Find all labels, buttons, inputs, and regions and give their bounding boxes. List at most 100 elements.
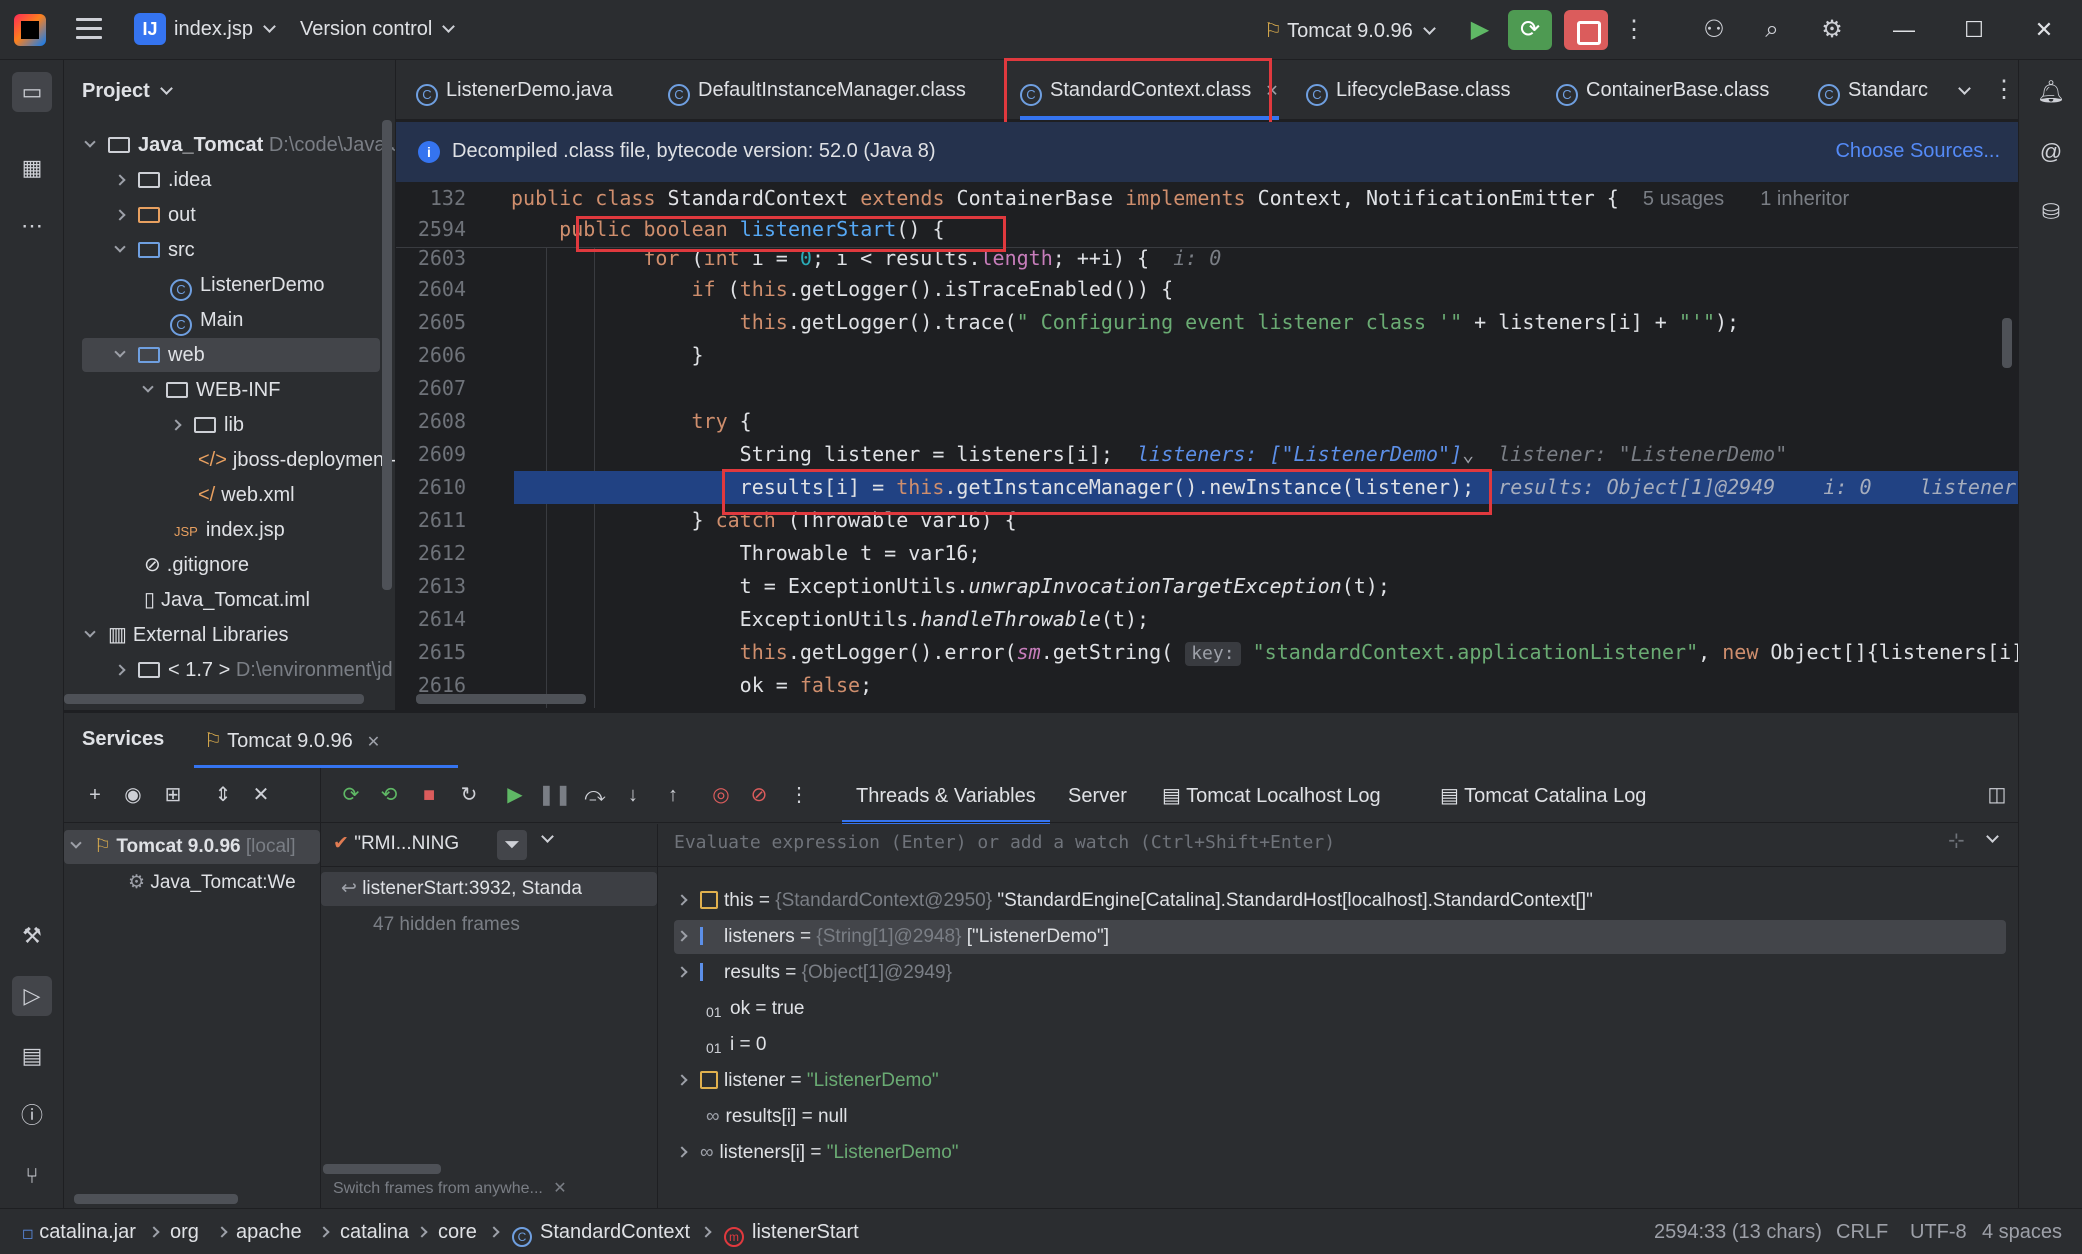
run-config-selector[interactable]: ⚐ Tomcat 9.0.96 (1264, 18, 1436, 43)
tree-item-src[interactable]: src (64, 233, 395, 267)
maximize-button[interactable]: ☐ (1954, 12, 1994, 48)
tab-containerbase-class[interactable]: C ContainerBase.class (1556, 60, 1769, 120)
variable-ok[interactable]: 01 ok = true (706, 992, 804, 1026)
hidden-frames-label[interactable]: 47 hidden frames (373, 908, 520, 942)
evaluate-expression-input[interactable]: Evaluate expression (Enter) or add a wat… (674, 832, 1335, 853)
search-icon[interactable]: ⌕ (1754, 12, 1790, 48)
tree-item-index-jsp[interactable]: JSP index.jsp (64, 513, 395, 547)
variable-results[interactable]: results = {Object[1]@2949} (676, 956, 952, 990)
thread-dropdown-chevron-icon[interactable] (541, 828, 563, 858)
file-encoding[interactable]: UTF-8 (1910, 1221, 1967, 1244)
tree-item-web-xml[interactable]: </web.xml (64, 478, 395, 512)
layout-settings-icon[interactable]: ◫ (1982, 780, 2012, 810)
tab-list-chevron-icon[interactable] (1946, 72, 1982, 108)
tree-item-lib[interactable]: lib (64, 408, 395, 442)
minimize-button[interactable]: — (1884, 12, 1924, 48)
build-hammer-icon[interactable]: ⚒ (12, 916, 52, 956)
services-tree-h-scrollbar[interactable] (74, 1194, 238, 1204)
notifications-bell-icon[interactable]: 🔔︎ (2031, 72, 2071, 112)
indent-setting[interactable]: 4 spaces (1982, 1221, 2062, 1244)
tab-server[interactable]: Server (1068, 768, 1127, 824)
thread-selector[interactable]: ✔ "RMI...NING (333, 832, 459, 855)
services-icon[interactable]: ▷ (12, 976, 52, 1016)
project-scrollbar[interactable] (382, 120, 392, 590)
sticky-method-declaration[interactable]: 2594 public boolean listenerStart() { (396, 213, 2018, 246)
new-group-icon[interactable]: ⊞ (158, 780, 188, 810)
code-editor[interactable]: 2603 for (int i = 0; i < results.length;… (396, 182, 2018, 708)
expand-all-icon[interactable]: ⇕ (208, 780, 238, 810)
stop-icon[interactable]: ■ (414, 780, 444, 810)
breadcrumb-core[interactable]: core (438, 1221, 477, 1244)
watch-results-i[interactable]: ∞ results[i] = null (706, 1100, 848, 1134)
main-menu-icon[interactable] (76, 18, 102, 40)
stop-button[interactable] (1564, 10, 1608, 50)
sticky-class-declaration[interactable]: 132 public class StandardContext extends … (396, 182, 2018, 215)
add-user-icon[interactable]: ⚇ (1696, 12, 1732, 48)
breadcrumb-apache[interactable]: apache (236, 1221, 302, 1244)
structure-icon[interactable]: ▦ (12, 148, 52, 188)
close-tab-icon[interactable]: ✕ (367, 734, 380, 751)
services-tree-artifact[interactable]: ⚙ Java_Tomcat:We (128, 866, 296, 900)
services-tab-tomcat[interactable]: ⚐ Tomcat 9.0.96 ✕ (204, 728, 380, 753)
terminal-icon[interactable]: ▤ (12, 1036, 52, 1076)
tree-item-listenerdemo[interactable]: C ListenerDemo (64, 268, 395, 302)
problems-icon[interactable]: ⓘ (12, 1096, 52, 1136)
watch-listeners-i[interactable]: ∞ listeners[i] = "ListenerDemo" (676, 1136, 959, 1170)
caret-position[interactable]: 2594:33 (13 chars) (1654, 1221, 1822, 1244)
variable-listener[interactable]: listener = "ListenerDemo" (676, 1064, 939, 1098)
resume-program-icon[interactable]: ▶ (500, 780, 530, 810)
project-h-scrollbar[interactable] (64, 694, 364, 704)
pause-icon[interactable]: ❚❚ (538, 780, 572, 810)
close-hint-icon[interactable]: ✕ (553, 1180, 566, 1197)
tree-item-jboss-deployment[interactable]: </> jboss-deployment-s (64, 443, 395, 477)
tab-defaultinstancemanager-class[interactable]: C DefaultInstanceManager.class (668, 60, 966, 120)
resume-icon[interactable]: ▶ (1462, 12, 1498, 48)
tab-listenerdemo-java[interactable]: C ListenerDemo.java (416, 60, 613, 120)
tree-item-web-inf[interactable]: WEB-INF (64, 373, 395, 407)
tab-tomcat-catalina-log[interactable]: ▤ Tomcat Catalina Log (1440, 768, 1646, 824)
tree-item-out[interactable]: out (64, 198, 395, 232)
add-service-icon[interactable]: + (80, 780, 110, 810)
editor-h-scrollbar[interactable] (416, 694, 586, 704)
breadcrumb-catalina-jar[interactable]: ◻ catalina.jar (22, 1221, 136, 1244)
frames-h-scrollbar[interactable] (323, 1164, 441, 1174)
settings-gear-icon[interactable]: ⚙ (1814, 12, 1850, 48)
more-tools-icon[interactable]: ⋯ (12, 206, 52, 246)
eval-history-chevron-icon[interactable] (1986, 828, 2008, 858)
breadcrumb-catalina[interactable]: catalina (340, 1221, 409, 1244)
tree-item-idea[interactable]: .idea (64, 163, 395, 197)
tab-standard-truncated[interactable]: C Standarc (1818, 60, 1938, 120)
tree-item-jdk[interactable]: < 1.7 > D:\environment\jd (64, 653, 395, 687)
editor-scrollbar[interactable] (2002, 318, 2012, 368)
project-badge[interactable]: IJ (134, 13, 166, 45)
tab-standardcontext-class[interactable]: C StandardContext.class ✕ (1020, 60, 1279, 120)
filter-icon[interactable]: ⏷ (497, 830, 527, 860)
tab-lifecyclebase-class[interactable]: C LifecycleBase.class (1306, 60, 1511, 120)
database-icon[interactable]: ⛁ (2031, 192, 2071, 232)
close-tab-icon[interactable]: ✕ (1265, 83, 1278, 100)
tab-tomcat-localhost-log[interactable]: ▤ Tomcat Localhost Log (1162, 768, 1381, 824)
tree-item-external-libraries[interactable]: ▥ External Libraries (64, 618, 395, 652)
breadcrumb-standardcontext[interactable]: C StandardContext (512, 1221, 690, 1247)
tree-item-web[interactable]: web (82, 338, 380, 372)
restart-icon[interactable]: ↻ (454, 780, 484, 810)
more-debug-actions-icon[interactable]: ⋮ (784, 780, 814, 810)
vcs-selector[interactable]: Version control (300, 18, 456, 41)
more-actions-icon[interactable]: ⋮ (1616, 12, 1652, 48)
rerun-debug-button[interactable]: ⟳ (1508, 10, 1552, 50)
mute-breakpoints-icon[interactable]: ⊘ (744, 780, 774, 810)
tab-threads-variables[interactable]: Threads & Variables (842, 768, 1050, 824)
step-out-icon[interactable]: ↑ (658, 780, 688, 810)
frame-listenerstart[interactable]: ↩ listenerStart:3932, Standa (321, 872, 657, 906)
choose-sources-link[interactable]: Choose Sources... (1835, 140, 2000, 163)
tree-item-gitignore[interactable]: ⊘ .gitignore (64, 548, 395, 582)
line-separator[interactable]: CRLF (1836, 1221, 1888, 1244)
close-window-button[interactable]: ✕ (2024, 12, 2064, 48)
view-options-eye-icon[interactable]: ◉ (118, 780, 148, 810)
variable-listeners[interactable]: listeners = {String[1]@2948} ["ListenerD… (674, 920, 2006, 954)
variable-this[interactable]: this = {StandardContext@2950} "StandardE… (676, 884, 1593, 918)
variable-i[interactable]: 01 i = 0 (706, 1028, 766, 1062)
step-into-icon[interactable]: ↓ (618, 780, 648, 810)
git-branch-icon[interactable]: ⑂ (12, 1156, 52, 1196)
step-over-icon[interactable]: ⤼ (580, 780, 610, 810)
